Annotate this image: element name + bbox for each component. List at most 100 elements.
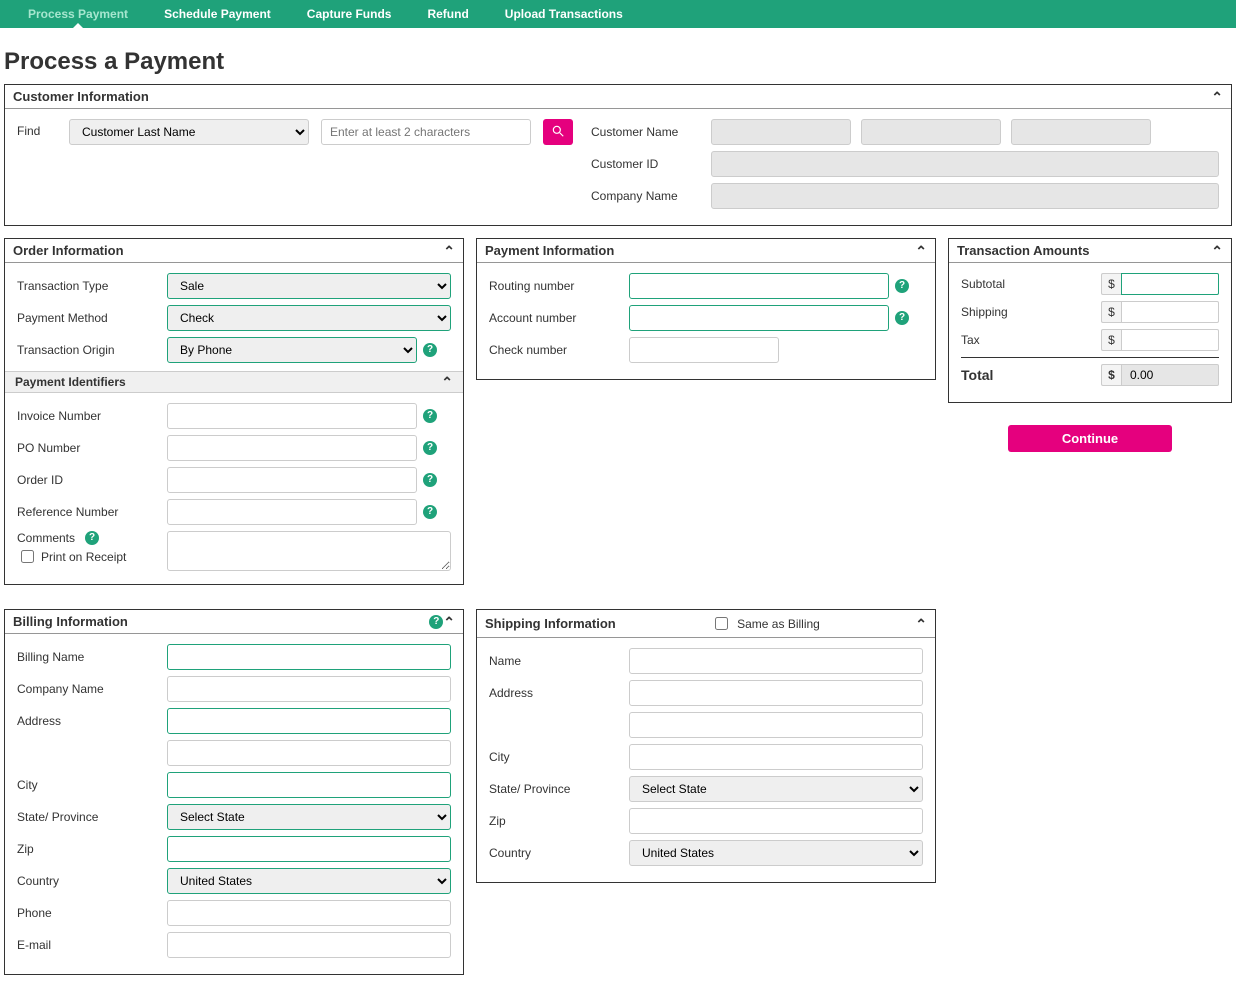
billing-zip-label: Zip xyxy=(17,842,167,856)
help-icon[interactable]: ? xyxy=(423,473,437,487)
reference-number-input[interactable] xyxy=(167,499,417,525)
currency-symbol: $ xyxy=(1101,273,1121,295)
payment-method-select[interactable]: Check xyxy=(167,305,451,331)
shipping-address2-input[interactable] xyxy=(629,712,923,738)
billing-phone-input[interactable] xyxy=(167,900,451,926)
help-icon[interactable]: ? xyxy=(423,505,437,519)
panel-billing-info: Billing Information ? ⌃ Billing Name Com… xyxy=(4,609,464,975)
panel-transaction-amounts: Transaction Amounts ⌃ Subtotal $ Shippin… xyxy=(948,238,1232,403)
shipping-address1-input[interactable] xyxy=(629,680,923,706)
billing-email-input[interactable] xyxy=(167,932,451,958)
panel-order-title: Order Information xyxy=(13,243,443,258)
chevron-up-icon[interactable]: ⌃ xyxy=(441,375,453,389)
invoice-number-label: Invoice Number xyxy=(17,409,167,423)
print-on-receipt-label[interactable]: Print on Receipt xyxy=(17,547,126,566)
invoice-number-input[interactable] xyxy=(167,403,417,429)
billing-state-label: State/ Province xyxy=(17,810,167,824)
shipping-input[interactable] xyxy=(1121,301,1219,323)
panel-payment-title: Payment Information xyxy=(485,243,915,258)
billing-country-label: Country xyxy=(17,874,167,888)
billing-city-label: City xyxy=(17,778,167,792)
comments-textarea[interactable] xyxy=(167,531,451,571)
help-icon[interactable]: ? xyxy=(423,441,437,455)
order-id-label: Order ID xyxy=(17,473,167,487)
find-label: Find xyxy=(17,119,57,138)
currency-symbol: $ xyxy=(1101,364,1121,386)
same-as-billing-checkbox[interactable] xyxy=(715,617,728,630)
transaction-type-select[interactable]: Sale xyxy=(167,273,451,299)
find-by-select[interactable]: Customer Last Name xyxy=(69,119,309,145)
nav-upload-transactions[interactable]: Upload Transactions xyxy=(487,0,641,28)
shipping-address-label: Address xyxy=(489,686,629,700)
chevron-up-icon[interactable]: ⌃ xyxy=(915,244,927,258)
panel-shipping-info: Shipping Information Same as Billing ⌃ N… xyxy=(476,609,936,883)
order-id-input[interactable] xyxy=(167,467,417,493)
customer-id xyxy=(711,151,1219,177)
billing-city-input[interactable] xyxy=(167,772,451,798)
customer-name-label: Customer Name xyxy=(591,125,711,139)
shipping-city-input[interactable] xyxy=(629,744,923,770)
shipping-city-label: City xyxy=(489,750,629,764)
customer-last-name xyxy=(1011,119,1151,145)
check-number-label: Check number xyxy=(489,343,629,357)
po-number-input[interactable] xyxy=(167,435,417,461)
billing-company-input[interactable] xyxy=(167,676,451,702)
nav-capture-funds[interactable]: Capture Funds xyxy=(289,0,410,28)
billing-state-select[interactable]: Select State xyxy=(167,804,451,830)
nav-schedule-payment[interactable]: Schedule Payment xyxy=(146,0,289,28)
help-icon[interactable]: ? xyxy=(85,531,99,545)
total-label: Total xyxy=(961,367,1101,383)
customer-search-input[interactable] xyxy=(321,119,531,145)
continue-button[interactable]: Continue xyxy=(1008,425,1172,452)
panel-billing-title: Billing Information xyxy=(13,614,425,629)
help-icon[interactable]: ? xyxy=(423,343,437,357)
tax-input[interactable] xyxy=(1121,329,1219,351)
chevron-up-icon[interactable]: ⌃ xyxy=(915,617,927,631)
shipping-zip-input[interactable] xyxy=(629,808,923,834)
nav-refund[interactable]: Refund xyxy=(409,0,486,28)
panel-customer-info: Customer Information ⌃ Find Customer Las… xyxy=(4,84,1232,226)
payment-method-label: Payment Method xyxy=(17,311,167,325)
billing-address-label: Address xyxy=(17,714,167,728)
billing-name-input[interactable] xyxy=(167,644,451,670)
search-button[interactable] xyxy=(543,119,573,145)
total-value xyxy=(1121,364,1219,386)
nav-process-payment[interactable]: Process Payment xyxy=(10,0,146,28)
customer-first-name xyxy=(711,119,851,145)
help-icon[interactable]: ? xyxy=(423,409,437,423)
panel-amounts-title: Transaction Amounts xyxy=(957,243,1211,258)
billing-address1-input[interactable] xyxy=(167,708,451,734)
shipping-state-label: State/ Province xyxy=(489,782,629,796)
shipping-state-select[interactable]: Select State xyxy=(629,776,923,802)
billing-phone-label: Phone xyxy=(17,906,167,920)
currency-symbol: $ xyxy=(1101,301,1121,323)
print-on-receipt-checkbox[interactable] xyxy=(21,550,34,563)
customer-middle-name xyxy=(861,119,1001,145)
shipping-name-input[interactable] xyxy=(629,648,923,674)
help-icon[interactable]: ? xyxy=(429,615,443,629)
transaction-origin-label: Transaction Origin xyxy=(17,343,167,357)
search-icon xyxy=(551,124,565,141)
billing-name-label: Billing Name xyxy=(17,650,167,664)
shipping-country-select[interactable]: United States xyxy=(629,840,923,866)
same-as-billing-text: Same as Billing xyxy=(737,617,820,631)
billing-zip-input[interactable] xyxy=(167,836,451,862)
po-number-label: PO Number xyxy=(17,441,167,455)
chevron-up-icon[interactable]: ⌃ xyxy=(1211,244,1223,258)
chevron-up-icon[interactable]: ⌃ xyxy=(443,244,455,258)
billing-address2-input[interactable] xyxy=(167,740,451,766)
transaction-origin-select[interactable]: By Phone xyxy=(167,337,417,363)
billing-country-select[interactable]: United States xyxy=(167,868,451,894)
chevron-up-icon[interactable]: ⌃ xyxy=(1211,90,1223,104)
subtotal-input[interactable] xyxy=(1121,273,1219,295)
payment-identifiers-header[interactable]: Payment Identifiers ⌃ xyxy=(5,371,463,393)
same-as-billing-label[interactable]: Same as Billing xyxy=(711,614,820,633)
routing-number-input[interactable] xyxy=(629,273,889,299)
help-icon[interactable]: ? xyxy=(895,311,909,325)
chevron-up-icon[interactable]: ⌃ xyxy=(443,615,455,629)
check-number-input[interactable] xyxy=(629,337,779,363)
account-number-input[interactable] xyxy=(629,305,889,331)
reference-number-label: Reference Number xyxy=(17,505,167,519)
help-icon[interactable]: ? xyxy=(895,279,909,293)
shipping-label: Shipping xyxy=(961,305,1101,319)
